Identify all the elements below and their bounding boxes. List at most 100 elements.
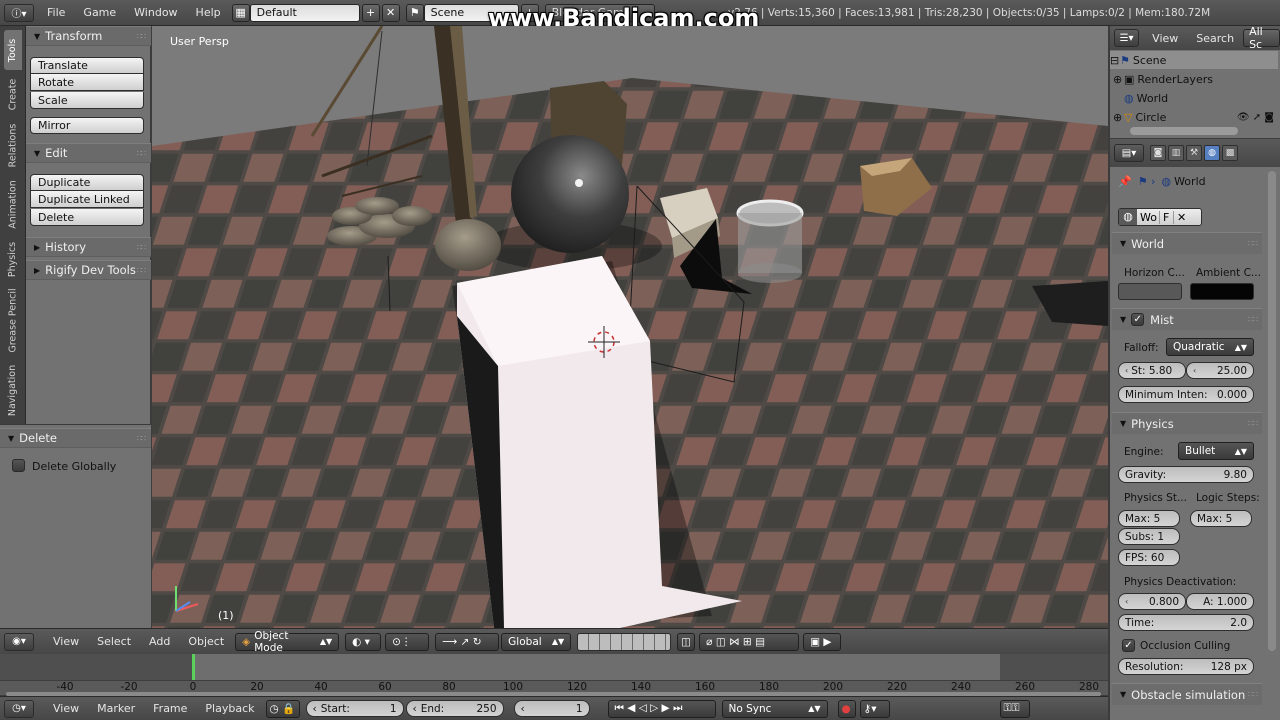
timeline-view-menu[interactable]: View — [44, 702, 88, 715]
insert-keyframe-icons[interactable]: ⚿⚿ — [999, 699, 1030, 718]
auto-keyframe-record-icon[interactable]: ● — [837, 699, 856, 718]
texture-tab-icon[interactable]: ▩ — [1222, 145, 1238, 161]
tab-grease-pencil[interactable]: Grease Pencil — [4, 284, 22, 356]
tab-physics[interactable]: Physics — [4, 236, 22, 282]
grip-icon[interactable]: ∷∷ — [137, 149, 146, 158]
expand-icon[interactable]: ⊕ — [1110, 73, 1124, 86]
timeline-playhead[interactable] — [192, 654, 195, 680]
obstacle-simulation-section-header[interactable]: ▼ Obstacle simulation ∷∷ — [1112, 683, 1262, 705]
world-datablock-selector[interactable]: ◍ Wo F ✕ — [1118, 208, 1202, 226]
minimum-intensity-field[interactable]: Minimum Inten: 0.000 — [1118, 386, 1254, 403]
decrement-arrow-icon[interactable]: ‹ — [313, 703, 317, 715]
menu-game[interactable]: Game — [74, 6, 125, 19]
outliner-search-menu[interactable]: Search — [1187, 32, 1243, 45]
world-datablock-icon[interactable]: ◍ — [1119, 209, 1137, 225]
properties-scrollbar[interactable] — [1268, 171, 1276, 651]
properties-editor-type-button[interactable]: ▤▾ — [1114, 144, 1144, 162]
object-menu[interactable]: Object — [179, 635, 233, 648]
outliner-row-scene[interactable]: ⊟ ⚑ Scene — [1110, 51, 1278, 69]
marker-menu[interactable]: Marker — [88, 702, 144, 715]
transform-panel-header[interactable]: ▼ Transform ∷∷ — [26, 26, 151, 46]
tab-relations[interactable]: Relations — [4, 118, 22, 172]
current-frame-field[interactable]: ‹ 1 — [513, 700, 590, 717]
screen-layout-field[interactable]: Default — [249, 3, 360, 22]
pivot-point-dropdown[interactable]: ⊙⋮ — [385, 632, 430, 651]
duplicate-linked-button[interactable]: Duplicate Linked — [30, 191, 144, 208]
grip-icon[interactable]: ∷∷ — [1248, 315, 1258, 324]
add-layout-icon[interactable]: + — [361, 3, 380, 22]
delete-globally-checkbox[interactable] — [12, 459, 25, 472]
render-layers-lock-icon[interactable]: ◫ — [677, 632, 696, 651]
occlusion-culling-checkbox[interactable]: ✓ — [1122, 639, 1135, 652]
view-menu[interactable]: View — [44, 635, 88, 648]
grip-icon[interactable]: ∷∷ — [1248, 239, 1258, 248]
sync-mode-dropdown[interactable]: No Sync ▲▼ — [721, 699, 828, 718]
snapping-tools[interactable]: ⌀ ◫ ⋈ ⊞ ▤ — [699, 632, 800, 651]
rotate-button[interactable]: Rotate — [30, 74, 144, 91]
unlink-datablock-icon[interactable]: ✕ — [1173, 210, 1186, 224]
info-editor-type-button[interactable]: ⓘ▾ — [4, 3, 34, 22]
outliner-row-world[interactable]: ◍ World — [1110, 89, 1278, 107]
playback-menu[interactable]: Playback — [196, 702, 263, 715]
outliner-view-menu[interactable]: View — [1143, 32, 1187, 45]
fps-field[interactable]: FPS: 60 — [1118, 549, 1180, 566]
translate-button[interactable]: Translate — [30, 57, 144, 74]
scene-icon[interactable]: ⚑ — [405, 3, 424, 22]
expand-icon[interactable]: ⊕ — [1110, 111, 1124, 124]
scale-button[interactable]: Scale — [30, 92, 144, 109]
grip-icon[interactable]: ∷∷ — [1248, 690, 1258, 699]
viewport-shading-dropdown[interactable]: ◐ ▾ — [345, 632, 382, 651]
occlusion-resolution-field[interactable]: Resolution: 128 px — [1118, 658, 1254, 675]
history-panel-header[interactable]: ▶ History ∷∷ — [26, 237, 151, 257]
playback-controls[interactable]: ⏮ ◀ ◁ ▷ ▶ ⏭ — [607, 699, 716, 718]
frame-menu[interactable]: Frame — [144, 702, 196, 715]
decrement-arrow-icon[interactable]: ‹ — [521, 703, 525, 715]
transform-orientation-dropdown[interactable]: Global ▲▼ — [501, 632, 572, 651]
physics-engine-dropdown[interactable]: Bullet ▲▼ — [1178, 442, 1254, 460]
delete-operator-header[interactable]: ▼ Delete ∷∷ — [0, 428, 151, 448]
decrement-arrow-icon[interactable]: ‹ — [413, 703, 417, 715]
decrement-arrow-icon[interactable]: ‹ — [1125, 366, 1128, 375]
manipulator-toggles[interactable]: ⟶ ↗ ↻ — [435, 632, 500, 651]
decrement-arrow-icon[interactable]: ‹ — [1193, 366, 1196, 375]
outliner-display-filter[interactable]: All Sc — [1243, 25, 1280, 51]
tab-tools[interactable]: Tools — [4, 30, 22, 70]
end-frame-field[interactable]: ‹ End: 250 — [405, 700, 504, 717]
visibility-eye-icon[interactable]: 👁 ➚ ◙ — [1237, 112, 1274, 123]
physics-section-header[interactable]: ▼ Physics ∷∷ — [1112, 412, 1262, 434]
fake-user-toggle[interactable]: F — [1159, 210, 1173, 224]
outliner-horizontal-scrollbar[interactable] — [1130, 127, 1238, 135]
decrement-arrow-icon[interactable]: ‹ — [1125, 597, 1128, 606]
world-tab-icon[interactable]: ◍ — [1204, 145, 1220, 161]
grip-icon[interactable]: ∷∷ — [137, 266, 146, 275]
pin-icon[interactable]: 📌 — [1118, 175, 1132, 188]
render-tab-icon[interactable]: ◙ — [1150, 145, 1166, 161]
delete-button[interactable]: Delete — [30, 209, 144, 226]
screen-layout-icon[interactable]: ▦ — [231, 3, 250, 22]
select-menu[interactable]: Select — [88, 635, 140, 648]
grip-icon[interactable]: ∷∷ — [137, 434, 146, 443]
tab-navigation[interactable]: Navigation — [4, 358, 22, 422]
physics-substeps-field[interactable]: Subs: 1 — [1118, 528, 1180, 545]
menu-window[interactable]: Window — [125, 6, 186, 19]
physics-max-steps-field[interactable]: Max: 5 — [1118, 510, 1180, 527]
falloff-dropdown[interactable]: Quadratic ▲▼ — [1166, 338, 1254, 356]
outliner-editor-type-button[interactable]: ☰▾ — [1114, 29, 1140, 47]
mist-enable-checkbox[interactable]: ✓ — [1131, 313, 1145, 326]
opengl-render-buttons[interactable]: ▣ ▶ — [803, 632, 842, 651]
mirror-button[interactable]: Mirror — [30, 117, 144, 134]
render-layers-tab-icon[interactable]: ▥ — [1168, 145, 1184, 161]
rigify-panel-header[interactable]: ▶ Rigify Dev Tools ∷∷ — [26, 260, 151, 280]
add-menu[interactable]: Add — [140, 635, 179, 648]
mist-start-field[interactable]: ‹ St: 5.80 — [1118, 362, 1186, 379]
keying-set-icon[interactable]: ⚷▾ — [859, 699, 890, 718]
mist-section-header[interactable]: ▼ ✓ Mist ∷∷ — [1112, 308, 1262, 330]
deactivation-linear-field[interactable]: ‹ 0.800 — [1118, 593, 1186, 610]
grip-icon[interactable]: ∷∷ — [137, 243, 146, 252]
timeline-editor[interactable]: -40 -20 0 20 40 60 80 100 120 140 160 180 200 220 240 2… — [0, 654, 1108, 696]
menu-help[interactable]: Help — [187, 6, 230, 19]
layer-buttons[interactable] — [577, 632, 672, 651]
world-section-header[interactable]: ▼ World ∷∷ — [1112, 232, 1262, 254]
grip-icon[interactable]: ∷∷ — [137, 32, 146, 41]
deactivation-angular-field[interactable]: A: 1.000 — [1186, 593, 1254, 610]
